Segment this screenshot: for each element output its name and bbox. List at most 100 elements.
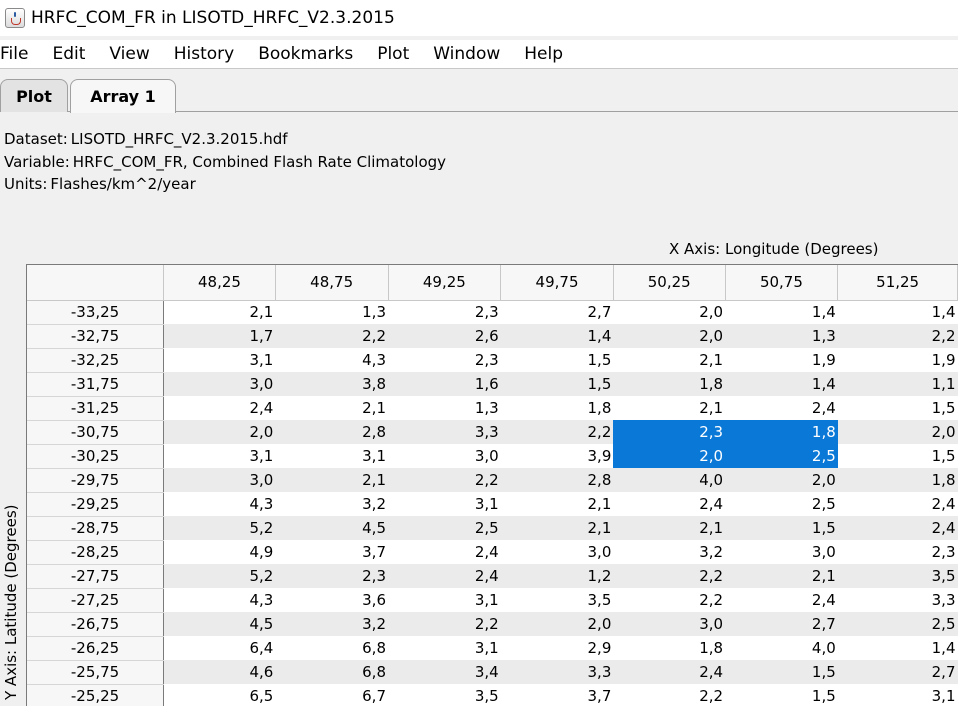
- table-cell[interactable]: 3,0: [163, 372, 276, 396]
- row-header[interactable]: -32,25: [27, 348, 165, 373]
- table-cell[interactable]: 4,3: [163, 492, 276, 516]
- table-cell[interactable]: 2,2: [613, 588, 726, 612]
- table-cell[interactable]: 2,0: [725, 468, 838, 492]
- table-cell[interactable]: 2,4: [163, 396, 276, 420]
- table-cell[interactable]: 2,8: [275, 420, 388, 444]
- table-cell[interactable]: 1,4: [837, 300, 958, 324]
- table-cell[interactable]: 1,8: [613, 372, 726, 396]
- table-cell[interactable]: 2,0: [163, 420, 276, 444]
- table-cell[interactable]: 2,1: [163, 300, 276, 324]
- row-header[interactable]: -27,25: [27, 588, 165, 613]
- table-cell[interactable]: 4,9: [163, 540, 276, 564]
- table-cell[interactable]: 6,5: [163, 684, 276, 706]
- row-header[interactable]: -30,25: [27, 444, 165, 469]
- table-cell[interactable]: 1,6: [388, 372, 501, 396]
- table-cell[interactable]: 1,5: [500, 348, 614, 372]
- table-cell[interactable]: 2,5: [725, 492, 838, 516]
- table-cell[interactable]: 1,1: [837, 372, 958, 396]
- table-cell[interactable]: 2,1: [613, 348, 726, 372]
- table-cell[interactable]: 4,5: [275, 516, 388, 540]
- table-cell[interactable]: 2,1: [275, 396, 388, 420]
- table-cell[interactable]: 6,8: [275, 660, 388, 684]
- table-cell[interactable]: 2,0: [837, 420, 958, 444]
- tab-plot[interactable]: Plot: [0, 79, 68, 112]
- table-cell[interactable]: 2,1: [725, 564, 838, 588]
- table-cell[interactable]: 1,4: [837, 636, 958, 660]
- row-header[interactable]: -28,25: [27, 540, 165, 565]
- tab-array-1[interactable]: Array 1: [70, 79, 176, 113]
- row-header[interactable]: -25,75: [27, 660, 165, 685]
- row-header[interactable]: -25,25: [27, 684, 165, 706]
- row-header[interactable]: -32,75: [27, 324, 165, 349]
- table-cell[interactable]: 2,3: [613, 420, 726, 444]
- column-header[interactable]: 51,25: [837, 265, 958, 301]
- table-cell[interactable]: 1,8: [725, 420, 838, 444]
- table-cell[interactable]: 5,2: [163, 564, 276, 588]
- table-cell[interactable]: 1,4: [725, 300, 838, 324]
- table-cell[interactable]: 3,3: [837, 588, 958, 612]
- table-cell[interactable]: 1,5: [725, 684, 838, 706]
- table-cell[interactable]: 3,8: [275, 372, 388, 396]
- table-cell[interactable]: 2,2: [388, 468, 501, 492]
- table-cell[interactable]: 2,4: [388, 540, 501, 564]
- table-cell[interactable]: 2,2: [388, 612, 501, 636]
- column-header[interactable]: 49,75: [500, 265, 614, 301]
- table-cell[interactable]: 2,4: [837, 492, 958, 516]
- table-cell[interactable]: 4,0: [613, 468, 726, 492]
- table-cell[interactable]: 1,3: [275, 300, 388, 324]
- table-cell[interactable]: 3,3: [388, 420, 501, 444]
- column-header[interactable]: 48,25: [163, 265, 276, 301]
- table-cell[interactable]: 2,4: [613, 660, 726, 684]
- table-cell[interactable]: 1,4: [725, 372, 838, 396]
- table-cell[interactable]: 1,3: [388, 396, 501, 420]
- table-cell[interactable]: 2,2: [613, 564, 726, 588]
- table-cell[interactable]: 2,4: [837, 516, 958, 540]
- table-cell[interactable]: 2,0: [613, 300, 726, 324]
- table-cell[interactable]: 4,3: [163, 588, 276, 612]
- table-cell[interactable]: 3,5: [388, 684, 501, 706]
- table-cell[interactable]: 2,3: [388, 300, 501, 324]
- table-cell[interactable]: 1,4: [500, 324, 614, 348]
- table-cell[interactable]: 3,0: [613, 612, 726, 636]
- table-cell[interactable]: 3,1: [163, 348, 276, 372]
- table-cell[interactable]: 2,4: [725, 588, 838, 612]
- table-cell[interactable]: 1,8: [837, 468, 958, 492]
- row-header[interactable]: -26,25: [27, 636, 165, 661]
- table-cell[interactable]: 4,0: [725, 636, 838, 660]
- table-cell[interactable]: 1,5: [725, 660, 838, 684]
- table-cell[interactable]: 2,2: [275, 324, 388, 348]
- table-cell[interactable]: 5,2: [163, 516, 276, 540]
- table-cell[interactable]: 2,0: [613, 324, 726, 348]
- table-cell[interactable]: 3,0: [500, 540, 614, 564]
- row-header[interactable]: -29,75: [27, 468, 165, 493]
- table-cell[interactable]: 3,1: [163, 444, 276, 468]
- menu-bookmarks[interactable]: Bookmarks: [258, 44, 363, 64]
- table-cell[interactable]: 3,9: [500, 444, 614, 468]
- table-cell[interactable]: 3,5: [500, 588, 614, 612]
- table-cell[interactable]: 6,7: [275, 684, 388, 706]
- table-cell[interactable]: 4,6: [163, 660, 276, 684]
- menu-help[interactable]: Help: [524, 44, 573, 64]
- table-cell[interactable]: 2,1: [613, 396, 726, 420]
- table-cell[interactable]: 3,1: [388, 492, 501, 516]
- row-header[interactable]: -30,75: [27, 420, 165, 445]
- table-cell[interactable]: 3,1: [837, 684, 958, 706]
- data-grid[interactable]: 48,25 48,75 49,25 49,75 50,25 50,75 51,25 -33,…: [26, 264, 958, 706]
- menu-edit[interactable]: Edit: [52, 44, 95, 64]
- table-cell[interactable]: 2,1: [500, 492, 614, 516]
- table-cell[interactable]: 2,3: [837, 540, 958, 564]
- column-header[interactable]: 49,25: [388, 265, 502, 301]
- row-header[interactable]: -33,25: [27, 300, 165, 325]
- table-cell[interactable]: 4,5: [163, 612, 276, 636]
- row-header[interactable]: -31,75: [27, 372, 165, 397]
- row-header[interactable]: -27,75: [27, 564, 165, 589]
- table-cell[interactable]: 3,2: [613, 540, 726, 564]
- table-cell[interactable]: 3,2: [275, 492, 388, 516]
- table-cell[interactable]: 2,3: [275, 564, 388, 588]
- table-cell[interactable]: 6,4: [163, 636, 276, 660]
- table-cell[interactable]: 3,0: [725, 540, 838, 564]
- table-cell[interactable]: 2,5: [388, 516, 501, 540]
- table-cell[interactable]: 3,0: [163, 468, 276, 492]
- table-cell[interactable]: 2,5: [725, 444, 838, 468]
- menu-history[interactable]: History: [174, 44, 244, 64]
